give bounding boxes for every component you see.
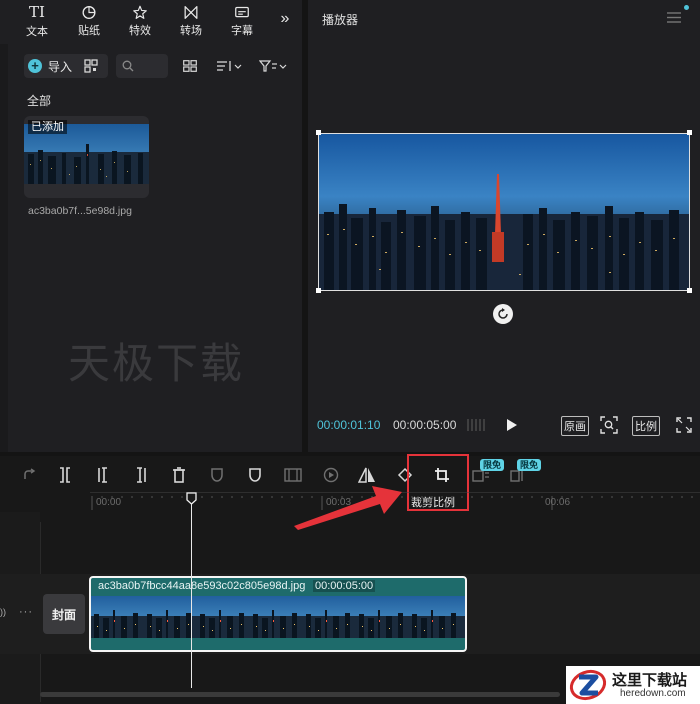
preview-image <box>319 134 689 290</box>
filter-icon <box>259 60 287 72</box>
fullscreen-icon <box>676 417 692 433</box>
timeline-scrollbar[interactable] <box>40 692 560 697</box>
clip-duration: 00:00:05:00 <box>313 580 376 592</box>
tab-sticker[interactable]: 贴纸 <box>67 2 111 38</box>
redo-button[interactable] <box>18 464 40 486</box>
search-input[interactable] <box>116 54 168 78</box>
split-right-icon <box>137 467 146 483</box>
total-time: 00:00:05:00 <box>393 418 457 432</box>
grid-view-icon <box>183 60 197 72</box>
mask-button[interactable] <box>244 464 266 486</box>
fullscreen-button[interactable] <box>674 415 694 435</box>
playhead-handle[interactable] <box>186 492 197 505</box>
clip-filmstrip <box>91 596 465 638</box>
tab-sticker-label: 贴纸 <box>78 25 100 37</box>
ruler-label-2: 00:06 <box>545 497 571 508</box>
site-logo-url: heredown.com <box>620 688 686 699</box>
player-title: 播放器 <box>322 13 359 27</box>
fit-view-icon <box>600 416 618 434</box>
search-icon <box>122 60 134 72</box>
split-icon <box>60 467 70 483</box>
player-preview[interactable] <box>318 133 690 291</box>
ruler-label-0: 00:00 <box>96 497 122 508</box>
effects-star-icon <box>133 5 147 19</box>
split-left-button[interactable] <box>92 464 114 486</box>
cover-button[interactable]: 封面 <box>43 594 85 634</box>
freeze-button[interactable] <box>206 464 228 486</box>
import-label: 导入 <box>48 59 73 74</box>
fit-view-button[interactable] <box>598 415 620 435</box>
preview-handle-br[interactable] <box>687 288 692 293</box>
tab-effects[interactable]: 特效 <box>118 2 162 38</box>
qr-scan-icon <box>84 59 98 73</box>
tab-text-label: 文本 <box>26 26 48 38</box>
tab-transition-label: 转场 <box>180 25 202 37</box>
hamburger-menu-icon <box>667 11 681 23</box>
tab-transition[interactable]: 转场 <box>169 2 213 38</box>
notification-dot <box>684 5 689 10</box>
tab-text[interactable]: TI 文本 <box>15 2 59 38</box>
rotate-icon <box>498 308 508 319</box>
waveform-icon <box>466 418 488 432</box>
sticker-icon <box>82 5 96 19</box>
annotation-arrow <box>294 486 402 530</box>
grid-view-button[interactable] <box>180 57 200 75</box>
preview-handle-bl[interactable] <box>316 288 321 293</box>
tab-effects-label: 特效 <box>129 25 151 37</box>
sort-button[interactable] <box>214 57 244 75</box>
original-quality-button[interactable]: 原画 <box>561 416 589 436</box>
filter-button[interactable] <box>258 57 288 75</box>
transition-icon <box>184 6 198 19</box>
split-left-icon <box>98 467 107 483</box>
preview-handle-tr[interactable] <box>687 130 692 135</box>
tab-subtitle[interactable]: 字幕 <box>220 2 264 38</box>
redo-icon <box>24 468 36 479</box>
player-menu-button[interactable] <box>664 8 684 26</box>
more-tabs-button[interactable]: » <box>274 8 296 30</box>
site-logo-z-icon <box>569 669 607 701</box>
left-edge-strip <box>0 44 8 452</box>
mask-shield-icon <box>249 468 261 482</box>
shield-icon <box>211 468 223 482</box>
aspect-ratio-button[interactable]: 比例 <box>632 416 660 436</box>
preview-handle-tl[interactable] <box>316 130 321 135</box>
tab-subtitle-label: 字幕 <box>231 25 253 37</box>
clip-filename: ac3ba0b7fbcc44aa8e593c02c805e98d.jpg <box>98 580 306 592</box>
free-badge-1: 限免 <box>480 459 505 471</box>
subtitle-icon <box>235 6 249 18</box>
double-chevron-right-icon: » <box>280 10 290 27</box>
playhead-line[interactable] <box>191 498 192 688</box>
plus-circle-icon: + <box>28 59 42 73</box>
media-item-card[interactable]: 已添加 <box>24 116 149 198</box>
site-logo: 这里下载站 heredown.com <box>566 666 700 704</box>
rotate-button[interactable] <box>493 304 513 324</box>
site-logo-name: 这里下载站 <box>612 671 688 689</box>
added-badge: 已添加 <box>28 120 67 134</box>
free-badge-2: 限免 <box>517 459 542 471</box>
current-time: 00:00:01:10 <box>317 418 381 432</box>
delete-button[interactable] <box>168 464 190 486</box>
text-icon: TI <box>29 3 45 21</box>
split-button[interactable] <box>54 464 76 486</box>
audio-icon[interactable]: )) <box>0 607 6 617</box>
play-icon <box>507 419 517 431</box>
import-button[interactable]: + 导入 <box>24 54 108 78</box>
track-more-button[interactable]: ··· <box>19 606 33 618</box>
watermark-text: 天极下载 <box>68 339 245 388</box>
play-button[interactable] <box>502 415 522 435</box>
media-item-filename: ac3ba0b7f...5e98d.jpg <box>28 205 132 217</box>
video-clip[interactable]: ac3ba0b7fbcc44aa8e593c02c805e98d.jpg 00:… <box>89 576 467 652</box>
sort-icon <box>217 61 242 71</box>
split-right-button[interactable] <box>130 464 152 486</box>
media-filter-label[interactable]: 全部 <box>27 92 51 109</box>
trash-icon <box>173 467 185 483</box>
